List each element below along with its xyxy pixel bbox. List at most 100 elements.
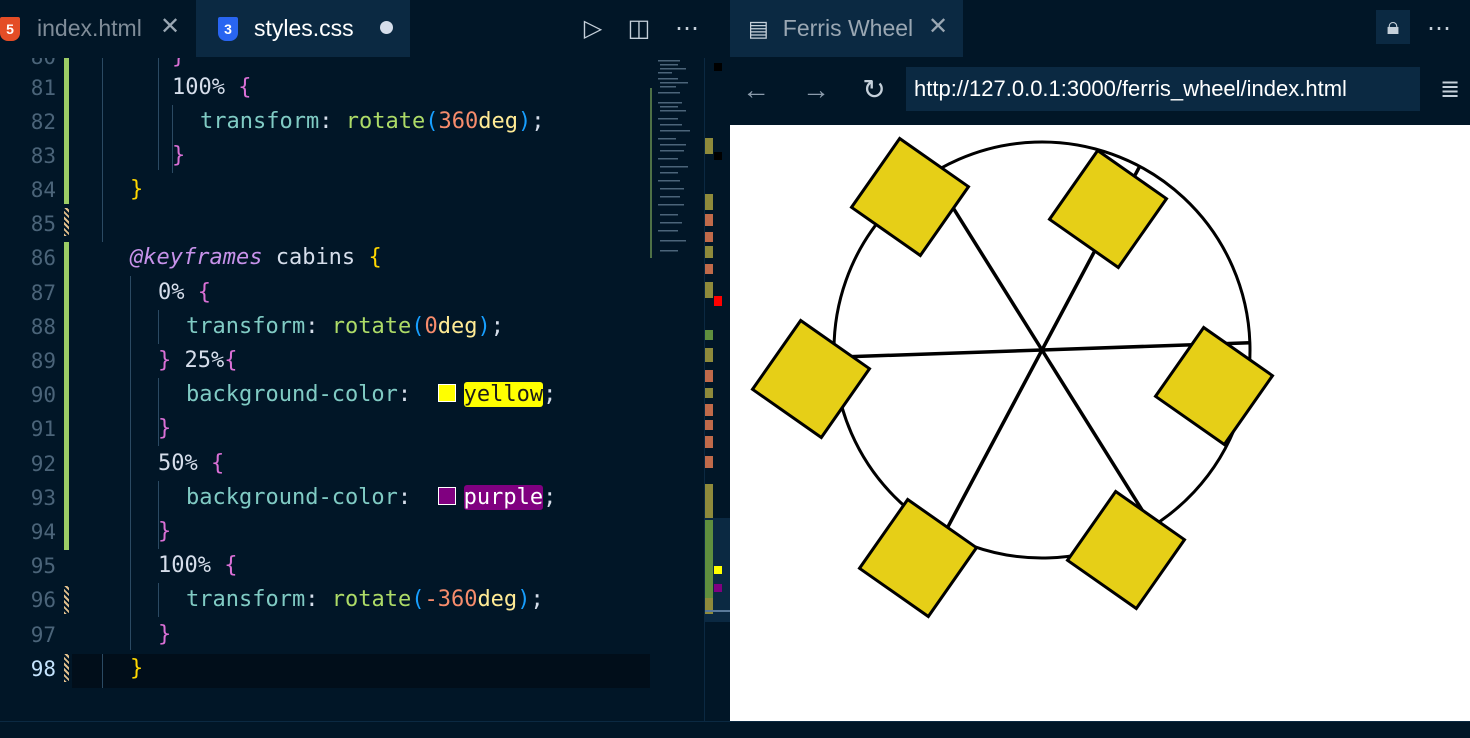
ruler-mark (705, 348, 713, 362)
ruler-mark (705, 388, 713, 398)
close-icon[interactable]: ✕ (928, 12, 948, 41)
back-arrow-icon[interactable]: ← (738, 72, 774, 108)
tab-label: Ferris Wheel (782, 15, 914, 41)
split-editor-icon[interactable]: ◫ (624, 14, 654, 44)
indent-guide (158, 583, 159, 617)
indent-guide (158, 58, 159, 170)
ruler-mark (705, 264, 713, 274)
ruler-mark (705, 214, 713, 226)
ruler-mark (705, 282, 713, 298)
tab-label: index.html (37, 15, 142, 41)
forward-arrow-icon[interactable]: → (798, 72, 834, 108)
indent-guide (158, 310, 159, 344)
editor-tab-bar: 5 index.html ✕ 3 styles.css ▷ ◫ ⋯ (0, 0, 730, 59)
line-number: 85 (30, 212, 56, 236)
ferris-wheel-drawing (750, 136, 1275, 619)
line-number: 88 (30, 315, 56, 339)
ruler-mark (705, 370, 713, 382)
code-line: } (158, 622, 172, 647)
browser-viewport[interactable] (730, 125, 1470, 721)
indent-guide (102, 58, 103, 242)
code-editor[interactable]: 80 81 82 83 84 85 86 87 88 89 90 91 92 9… (0, 58, 704, 721)
ruler-mark (705, 404, 713, 416)
browser-toolbar: ← → ↻ http://127.0.0.1:3000/ferris_wheel… (730, 58, 1470, 124)
color-swatch-yellow[interactable] (437, 384, 456, 402)
ruler-mark (714, 63, 722, 71)
current-line-highlight (72, 654, 650, 688)
line-number: 87 (30, 281, 56, 305)
ruler-mark (705, 484, 713, 518)
line-number: 84 (30, 178, 56, 202)
line-number: 89 (30, 349, 56, 373)
more-actions-icon[interactable]: ⋯ (1424, 14, 1454, 44)
code-line: } (130, 177, 144, 202)
line-number: 97 (30, 623, 56, 647)
git-modified-marker (64, 58, 69, 204)
cursor-mark (705, 610, 731, 612)
code-line: 100% { (172, 75, 252, 100)
ruler-mark (705, 194, 713, 210)
code-line: } (130, 656, 144, 681)
code-line: } 25%{ (158, 348, 238, 373)
code-line: 0% { (158, 280, 211, 305)
ruler-mark (705, 246, 713, 258)
tab-styles-css[interactable]: 3 styles.css (196, 0, 410, 57)
line-number: 93 (30, 486, 56, 510)
line-number: 81 (30, 76, 56, 100)
indent-guide (130, 276, 131, 650)
color-swatch-purple[interactable] (437, 487, 456, 505)
line-number: 83 (30, 144, 56, 168)
minimap-preview (650, 60, 690, 258)
overview-ruler[interactable] (704, 58, 731, 721)
code-line: transform: rotate(0deg); (186, 314, 504, 339)
reload-icon[interactable]: ↻ (856, 72, 892, 108)
run-icon[interactable]: ▷ (578, 14, 608, 44)
ruler-mark (705, 138, 713, 154)
lock-icon[interactable]: 🔒︎ (1376, 10, 1410, 44)
line-number: 94 (30, 520, 56, 544)
code-line: transform: rotate(360deg); (200, 109, 545, 134)
line-number: 86 (30, 246, 56, 270)
unsaved-dot-icon[interactable] (380, 21, 393, 34)
indent-guide (102, 654, 103, 688)
css3-icon: 3 (218, 16, 238, 41)
tab-ferris-wheel[interactable]: ▤ Ferris Wheel ✕ (730, 0, 963, 57)
html5-icon: 5 (0, 16, 20, 41)
status-bar (0, 721, 1470, 738)
address-bar[interactable]: http://127.0.0.1:3000/ferris_wheel/index… (906, 67, 1420, 111)
code-line: 50% { (158, 451, 225, 476)
git-modified-marker (64, 654, 69, 682)
tab-index-html[interactable]: 5 index.html ✕ (0, 0, 195, 57)
tab-label: styles.css (254, 15, 354, 41)
close-icon[interactable]: ✕ (160, 12, 180, 41)
ruler-mark (705, 436, 713, 448)
ruler-mark (714, 566, 722, 574)
error-mark (714, 296, 722, 306)
ruler-mark (714, 152, 722, 160)
ruler-mark (714, 584, 722, 592)
code-line: } (172, 143, 186, 168)
line-number: 95 (30, 554, 56, 578)
browser-tab-bar: ▤ Ferris Wheel ✕ 🔒︎ ⋯ (730, 0, 1470, 59)
line-number: 82 (30, 110, 56, 134)
minimap[interactable] (650, 58, 704, 721)
code-line: 100% { (158, 553, 238, 578)
ruler-mark (705, 520, 713, 600)
ruler-mark (705, 330, 713, 340)
git-modified-marker (64, 586, 69, 614)
ruler-mark (705, 420, 713, 430)
line-number: 92 (30, 452, 56, 476)
code-line: transform: rotate(-360deg); (186, 587, 544, 612)
code-line: @keyframes cabins { (130, 245, 382, 270)
line-number: 91 (30, 417, 56, 441)
ruler-mark (705, 456, 713, 468)
line-number: 96 (30, 588, 56, 612)
more-actions-icon[interactable]: ⋯ (672, 14, 702, 44)
line-number: 90 (30, 383, 56, 407)
menu-icon[interactable]: ≣ (1432, 72, 1468, 108)
code-line: background-color: purple; (186, 485, 557, 510)
line-number: 98 (30, 657, 56, 681)
git-modified-marker (64, 208, 69, 236)
code-line: background-color: yellow; (186, 382, 557, 407)
git-modified-marker (64, 242, 69, 550)
